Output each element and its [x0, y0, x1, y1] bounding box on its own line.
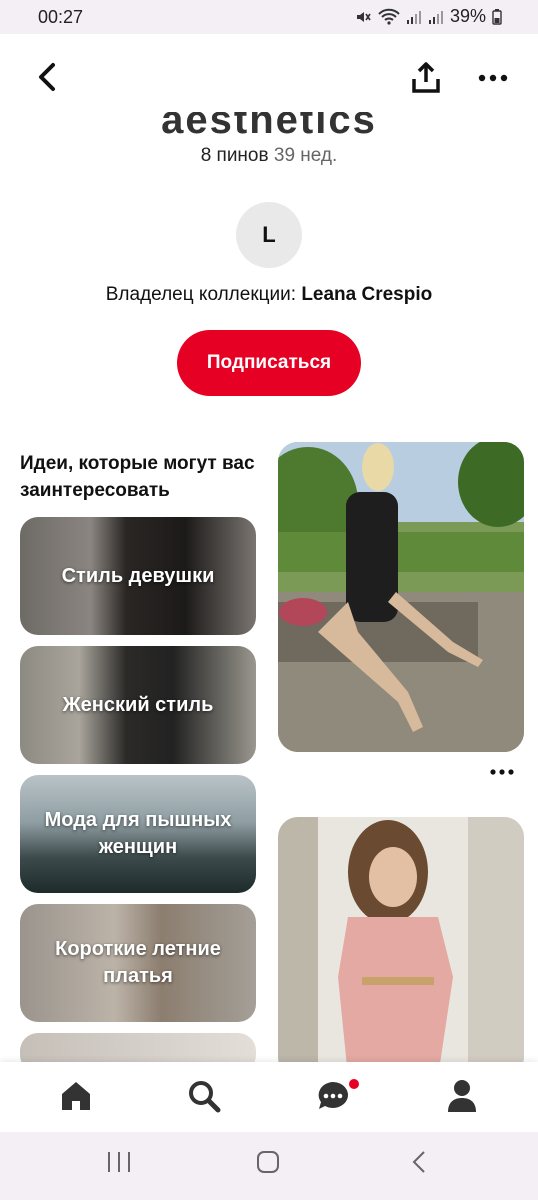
status-bar: 00:27 39% [0, 0, 538, 34]
back-button[interactable] [30, 60, 64, 94]
recents-icon [108, 1152, 130, 1172]
signal-icon [406, 10, 421, 24]
nav-home[interactable] [56, 1076, 96, 1116]
nav-search[interactable] [184, 1076, 224, 1116]
more-icon [490, 769, 514, 775]
home-circle-icon [257, 1151, 279, 1173]
battery-icon [492, 8, 502, 25]
share-icon [412, 62, 440, 93]
signal-2-icon [428, 10, 443, 24]
system-nav-bar [0, 1132, 538, 1200]
idea-card-4[interactable]: Короткие летние платья [20, 904, 256, 1022]
back-chevron-icon [412, 1151, 425, 1173]
wifi-icon [378, 8, 400, 25]
search-icon [189, 1081, 221, 1113]
back-arrow-icon [39, 63, 55, 91]
home-icon [62, 1082, 90, 1110]
pin-photo [278, 817, 524, 1077]
nav-messages[interactable] [314, 1076, 360, 1116]
owner-prefix: Владелец коллекции: [105, 284, 302, 305]
mute-icon [356, 11, 371, 22]
idea-label: Короткие летние платья [55, 938, 221, 987]
idea-card-3[interactable]: Мода для пышных женщин [20, 775, 256, 893]
home-system-button[interactable] [256, 1150, 280, 1181]
profile-icon [448, 1080, 476, 1112]
follow-button[interactable]: Подписаться [177, 330, 361, 396]
pin-more-button[interactable] [490, 759, 514, 782]
pin-photo [278, 442, 524, 752]
back-system-button[interactable] [410, 1150, 428, 1181]
share-button[interactable] [408, 58, 444, 98]
idea-card-2[interactable]: Женский стиль [20, 646, 256, 764]
recents-button[interactable] [106, 1150, 132, 1181]
owner-line: Владелец коллекции: Leana Crespio [0, 284, 538, 306]
idea-label: Мода для пышных женщин [44, 809, 232, 858]
bottom-nav [0, 1062, 538, 1132]
owner-name[interactable]: Leana Crespio [301, 284, 432, 305]
top-bar [0, 34, 538, 120]
idea-label: Стиль девушки [61, 564, 215, 587]
chat-icon [318, 1079, 359, 1109]
ideas-title: Идеи, которые могут вас заинтересовать [20, 453, 255, 501]
pin-image-2[interactable] [278, 817, 524, 1077]
pin-image-1[interactable] [278, 442, 524, 752]
more-icon [478, 74, 508, 82]
pins-count: 8 пинов [200, 145, 269, 166]
battery-percent: 39% [449, 6, 486, 26]
idea-card-1[interactable]: Стиль девушки [20, 517, 256, 635]
more-options-button[interactable] [475, 64, 511, 92]
board-age: 39 нед. [273, 145, 338, 166]
board-meta: 8 пинов 39 нед. [0, 145, 538, 167]
owner-avatar[interactable]: L [236, 202, 302, 268]
idea-label: Женский стиль [62, 693, 214, 716]
status-time: 00:27 [38, 7, 84, 27]
nav-profile[interactable] [442, 1076, 482, 1116]
